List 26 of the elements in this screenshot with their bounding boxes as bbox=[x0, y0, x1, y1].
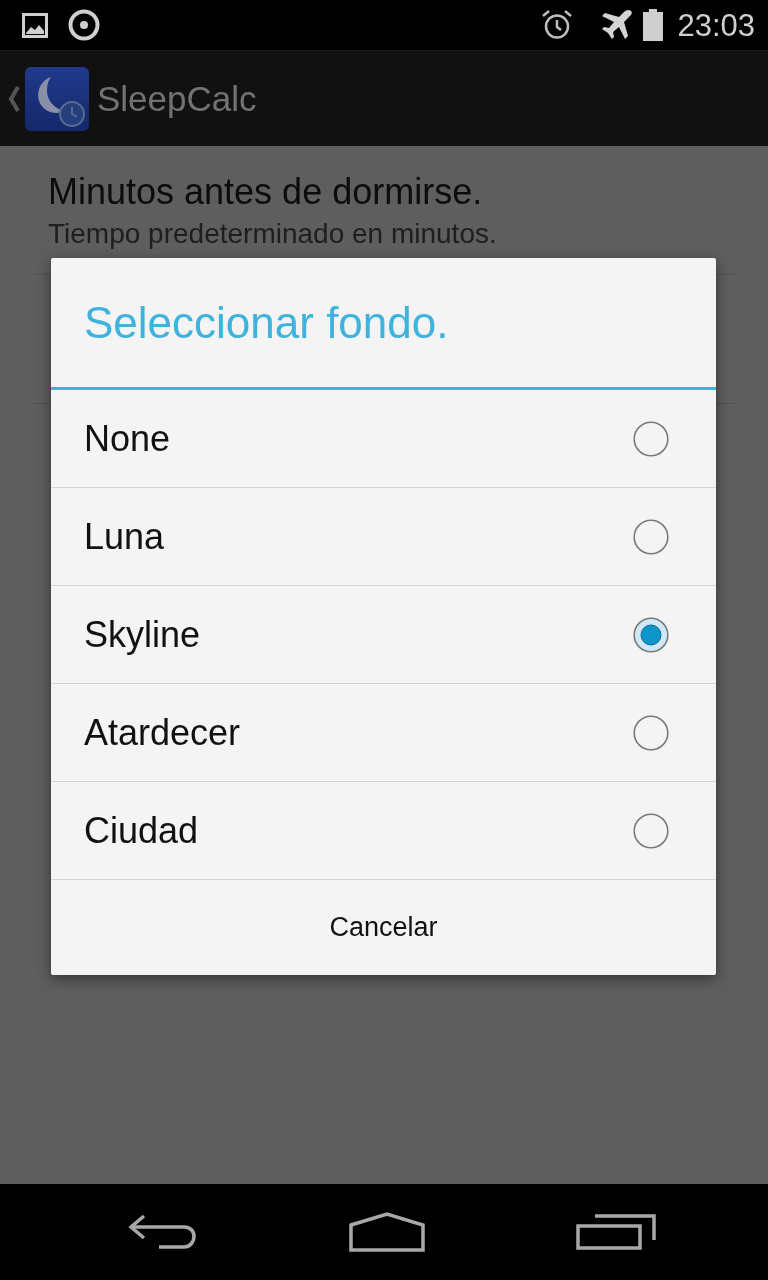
dialog-title: Seleccionar fondo. bbox=[84, 297, 449, 348]
battery-icon bbox=[643, 9, 664, 41]
chevron-icon bbox=[8, 85, 20, 112]
clock-time: 23:03 bbox=[677, 9, 755, 41]
option-item[interactable]: None bbox=[51, 390, 716, 488]
image-icon bbox=[22, 12, 48, 38]
radio-button[interactable] bbox=[633, 616, 669, 653]
cancel-button[interactable]: Cancelar bbox=[51, 880, 716, 975]
airplane-icon bbox=[601, 9, 634, 41]
back-icon[interactable] bbox=[128, 1214, 198, 1250]
circle-dot-icon bbox=[68, 9, 100, 41]
option-item[interactable]: Skyline bbox=[51, 586, 716, 684]
option-item[interactable]: Luna bbox=[51, 488, 716, 586]
recent-apps-icon[interactable] bbox=[576, 1214, 657, 1250]
moon-clock-icon bbox=[25, 66, 89, 131]
app-title: SleepCalc bbox=[97, 78, 257, 119]
alarm-clock-icon bbox=[541, 9, 574, 41]
radio-button[interactable] bbox=[633, 812, 669, 849]
preference-summary: Tiempo predeterminado en minutos. bbox=[48, 218, 498, 250]
preference-title: Minutos antes de dormirse. bbox=[48, 172, 484, 212]
home-icon[interactable] bbox=[349, 1212, 425, 1252]
option-item[interactable]: Atardecer bbox=[51, 684, 716, 782]
radio-button[interactable] bbox=[633, 714, 669, 751]
option-item[interactable]: Ciudad bbox=[51, 782, 716, 880]
radio-button[interactable] bbox=[633, 518, 669, 555]
radio-button[interactable] bbox=[633, 420, 669, 457]
